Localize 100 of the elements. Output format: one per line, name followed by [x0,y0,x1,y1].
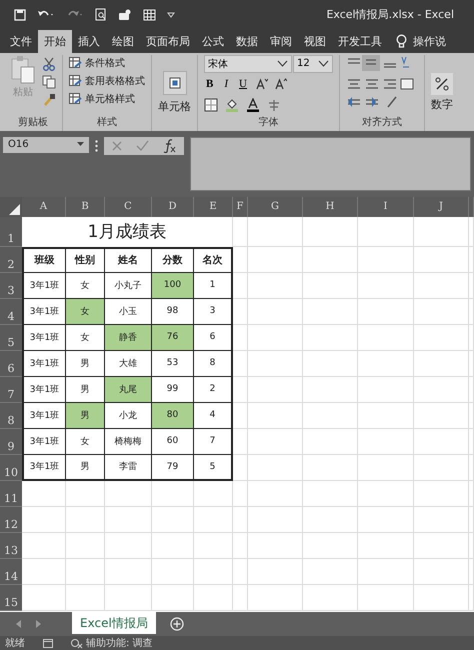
row-header[interactable]: 9 [0,428,22,455]
grid-cell[interactable] [358,272,414,299]
grid-cell[interactable] [358,246,414,273]
row-header[interactable]: 2 [0,246,22,273]
grid-cell[interactable] [303,272,358,299]
grid-cell[interactable] [248,402,303,429]
grid-cell[interactable] [414,558,469,585]
grid-cell[interactable] [152,506,194,533]
grid-cell[interactable] [248,324,303,351]
grid-cell[interactable] [303,402,358,429]
grid-cell[interactable] [105,558,152,585]
grid-cell[interactable] [358,454,414,481]
grid-cell[interactable] [152,532,194,559]
shrink-font-icon[interactable] [274,78,287,90]
grid-cell[interactable] [303,480,358,507]
grid-cell[interactable] [22,480,66,507]
grid-cell[interactable] [194,558,233,585]
grid-cell[interactable] [248,428,303,455]
grid-cell[interactable] [469,584,474,611]
grid-cell[interactable] [414,246,469,273]
grid-cell[interactable] [233,506,248,533]
ribbon-tab[interactable]: 开始 [38,30,72,53]
grid-cell[interactable] [469,454,474,481]
grid-cell[interactable] [303,584,358,611]
row-header[interactable]: 15 [0,584,22,611]
grid-cell[interactable] [469,402,474,429]
format-painter-icon[interactable] [42,92,56,107]
column-header[interactable]: I [358,196,414,217]
column-header[interactable]: E [194,196,233,217]
row-header[interactable]: 8 [0,402,22,429]
grid-cell[interactable] [414,454,469,481]
styles-menu-button[interactable]: 条件格式 [69,54,145,71]
bold-button[interactable]: B [204,78,216,90]
grid-cell[interactable] [358,532,414,559]
accessibility-icon[interactable] [71,638,83,648]
grid-cell[interactable] [469,324,474,351]
ribbon-tab[interactable]: 插入 [72,30,106,53]
grid-cell[interactable] [152,558,194,585]
add-sheet-icon[interactable] [170,617,184,632]
font-size-field[interactable]: 12 [293,54,333,73]
column-header[interactable] [469,196,474,217]
grid-cell[interactable] [303,376,358,403]
grid-cell[interactable] [469,428,474,455]
grid-cell[interactable] [194,506,233,533]
grid-cell[interactable] [233,454,248,481]
styles-menu-button[interactable]: 单元格样式 [69,90,145,107]
grid-cell[interactable] [194,584,233,611]
select-all-icon[interactable] [9,204,20,215]
calendar-icon[interactable] [43,638,53,648]
styles-menu-button[interactable]: 套用表格格式 [69,72,145,89]
grid-cell[interactable] [233,480,248,507]
grid-cell[interactable] [105,532,152,559]
column-header[interactable]: C [105,196,152,217]
paste-icon[interactable] [10,54,36,85]
column-header[interactable]: B [66,196,105,217]
grid-cell[interactable] [358,506,414,533]
ribbon-tab[interactable]: 页面布局 [140,30,196,53]
row-header[interactable]: 12 [0,506,22,533]
underline-button[interactable]: U [237,78,249,90]
grid-cell[interactable] [248,480,303,507]
grid-cell[interactable] [469,246,474,273]
grid-cell[interactable] [469,216,474,247]
grid-cell[interactable] [233,376,248,403]
grid-cell[interactable] [358,324,414,351]
grid-cell[interactable] [152,480,194,507]
grid-cell[interactable] [414,532,469,559]
grid-cell[interactable] [414,272,469,299]
more-icon[interactable] [95,140,98,152]
phonetic-icon[interactable] [267,98,281,112]
grid-cell[interactable] [66,558,105,585]
row-header[interactable]: 5 [0,324,22,351]
ribbon-tab[interactable]: 数据 [230,30,264,53]
fill-color-icon[interactable] [225,98,239,112]
ribbon-tab[interactable]: 开发工具 [332,30,388,53]
scroll-left-icon[interactable] [16,620,22,628]
grid-cell[interactable] [358,350,414,377]
grid-cell[interactable] [303,428,358,455]
percent-icon[interactable] [431,73,453,96]
tell-me-search[interactable]: 操作说 [407,30,446,53]
grid-cell[interactable] [22,584,66,611]
grid-cell[interactable] [22,506,66,533]
grid-cell[interactable] [233,402,248,429]
grid-cell[interactable] [194,480,233,507]
scissors-icon[interactable] [42,56,56,71]
column-header[interactable]: F [233,196,248,217]
column-header[interactable]: J [414,196,469,217]
grid-cell[interactable] [358,402,414,429]
grid-cell[interactable] [105,584,152,611]
dropdown-icon[interactable] [318,60,329,68]
grid-cell[interactable] [248,506,303,533]
accessibility-status[interactable]: 辅助功能: 调查 [86,636,153,650]
grid-cell[interactable] [248,532,303,559]
grid-cell[interactable] [105,506,152,533]
grid-cell[interactable] [105,480,152,507]
grid-cell[interactable] [152,584,194,611]
ribbon-tab[interactable]: 视图 [298,30,332,53]
grid-cell[interactable] [469,376,474,403]
grid-cell[interactable] [414,350,469,377]
grid-cell[interactable] [22,532,66,559]
grid-cell[interactable] [303,246,358,273]
